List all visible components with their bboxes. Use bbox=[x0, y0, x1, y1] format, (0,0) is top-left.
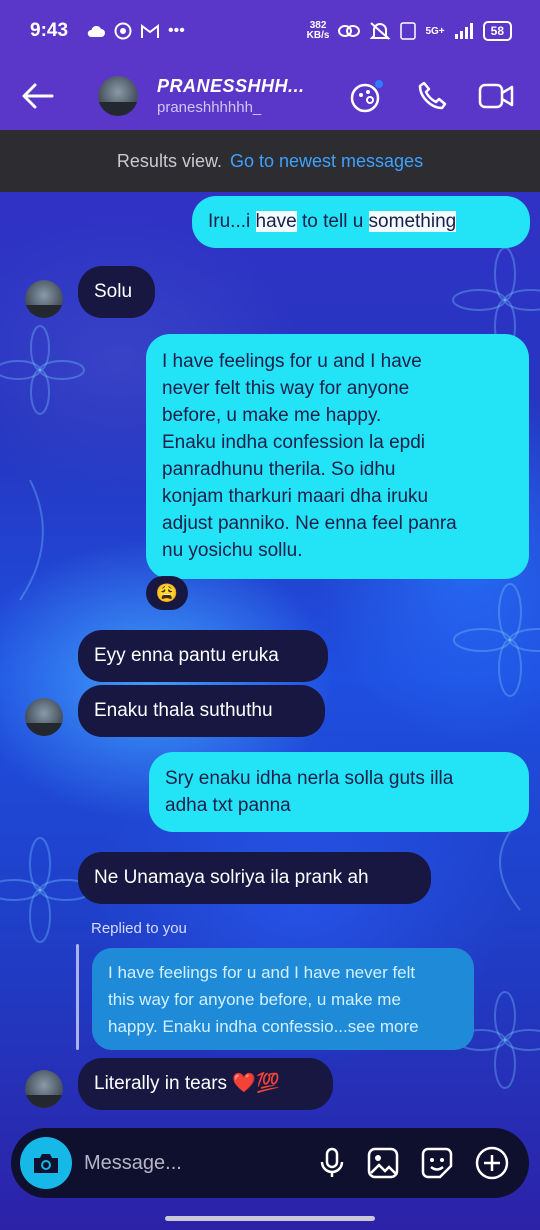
message-text: Eyy enna pantu eruka bbox=[94, 645, 279, 666]
mute-icon bbox=[370, 22, 391, 40]
speed-unit: KB/s bbox=[306, 30, 330, 41]
signal-icon bbox=[454, 23, 473, 39]
search-highlight: have bbox=[255, 211, 297, 232]
more-notifications-icon: ••• bbox=[168, 22, 185, 39]
status-time: 9:43 bbox=[30, 20, 69, 41]
back-button[interactable] bbox=[18, 76, 58, 116]
sender-avatar[interactable] bbox=[25, 280, 63, 318]
incoming-message[interactable]: Ne Unamaya solriya ila prank ah bbox=[78, 852, 431, 904]
volte-icon bbox=[400, 22, 417, 40]
cloud-icon bbox=[87, 25, 106, 37]
network-type: 5G+ bbox=[425, 25, 445, 37]
results-label: Results view. bbox=[116, 150, 222, 171]
quoted-message[interactable]: I have feelings for u and I have never f… bbox=[92, 948, 474, 1050]
message-composer: Message... bbox=[11, 1128, 529, 1198]
gallery-icon[interactable] bbox=[367, 1147, 399, 1179]
sender-avatar[interactable] bbox=[25, 698, 63, 736]
message-line: konjam tharkuri maari dha iruku bbox=[162, 486, 429, 507]
message-line: nu yosichu sollu. bbox=[162, 540, 303, 561]
mic-icon[interactable] bbox=[319, 1147, 345, 1179]
incoming-message[interactable]: Solu bbox=[78, 266, 155, 318]
plus-icon[interactable] bbox=[475, 1146, 509, 1180]
message-text: Solu bbox=[94, 281, 133, 302]
results-view-bar: Results view. Go to newest messages bbox=[0, 130, 540, 192]
battery-indicator: 58 bbox=[482, 21, 512, 41]
message-text: to tell u bbox=[296, 211, 369, 232]
quoted-line: I have feelings for u and I have never f… bbox=[108, 963, 416, 982]
go-to-newest-link[interactable]: Go to newest messages bbox=[230, 151, 423, 172]
message-line: I have feelings for u and I have bbox=[162, 351, 422, 372]
message-line: Enaku indha confession la epdi bbox=[162, 432, 426, 453]
quoted-line: this way for anyone before, u make me bbox=[108, 990, 401, 1009]
contact-avatar[interactable] bbox=[98, 76, 138, 116]
camera-icon bbox=[34, 1154, 58, 1173]
incoming-message[interactable]: Literally in tears ❤️💯 bbox=[78, 1058, 333, 1110]
network-speed: 382 KB/s bbox=[307, 21, 330, 41]
quoted-line: happy. Enaku indha confessio...see more bbox=[108, 1017, 419, 1036]
reply-indicator-bar bbox=[76, 944, 79, 1050]
message-line: adjust panniko. Ne enna feel panra bbox=[162, 513, 457, 534]
status-bar: 9:43 ••• 382 KB/s 5G+ 58 bbox=[0, 0, 540, 62]
message-line: panradhunu therila. So idhu bbox=[162, 459, 396, 480]
camera-button[interactable] bbox=[20, 1137, 72, 1189]
weary-face-emoji: 😩 bbox=[155, 582, 179, 603]
replied-to-label: Replied to you bbox=[91, 920, 187, 937]
contact-info[interactable]: PRANESSHHH... praneshhhhhh_ bbox=[157, 76, 305, 116]
home-indicator[interactable] bbox=[165, 1216, 375, 1221]
message-line: adha txt panna bbox=[165, 795, 291, 816]
chat-header: PRANESSHHH... praneshhhhhh_ bbox=[0, 62, 540, 130]
sender-avatar[interactable] bbox=[25, 1070, 63, 1108]
gmail-icon bbox=[141, 24, 160, 38]
video-icon[interactable] bbox=[478, 82, 514, 110]
outgoing-message[interactable]: Sry enaku idha nerla solla guts illa adh… bbox=[149, 752, 529, 832]
reaction-badge[interactable]: 😩 bbox=[146, 576, 188, 610]
message-line: before, u make me happy. bbox=[162, 405, 382, 426]
message-text: Literally in tears ❤️💯 bbox=[94, 1073, 280, 1094]
contact-username: praneshhhhhh_ bbox=[157, 99, 262, 116]
contact-name: PRANESSHHH... bbox=[157, 76, 305, 96]
outgoing-message[interactable]: I have feelings for u and I have never f… bbox=[146, 334, 529, 579]
message-text: Ne Unamaya solriya ila prank ah bbox=[94, 867, 369, 888]
message-line: Sry enaku idha nerla solla guts illa bbox=[165, 768, 454, 789]
incoming-message[interactable]: Eyy enna pantu eruka bbox=[78, 630, 328, 682]
phone-icon[interactable] bbox=[416, 80, 448, 112]
message-text: Enaku thala suthuthu bbox=[94, 700, 273, 721]
sticker-icon[interactable] bbox=[421, 1147, 453, 1179]
back-arrow-icon bbox=[22, 83, 54, 109]
message-input[interactable]: Message... bbox=[84, 1152, 182, 1175]
message-line: never felt this way for anyone bbox=[162, 378, 410, 399]
outgoing-message[interactable]: Iru...i have to tell u something bbox=[192, 196, 530, 248]
incoming-message[interactable]: Enaku thala suthuthu bbox=[78, 685, 325, 737]
link-icon bbox=[338, 25, 361, 37]
message-text: Iru...i bbox=[208, 211, 256, 232]
theme-icon[interactable] bbox=[350, 78, 386, 114]
whatsapp-icon bbox=[114, 22, 132, 40]
search-highlight: something bbox=[368, 211, 457, 232]
